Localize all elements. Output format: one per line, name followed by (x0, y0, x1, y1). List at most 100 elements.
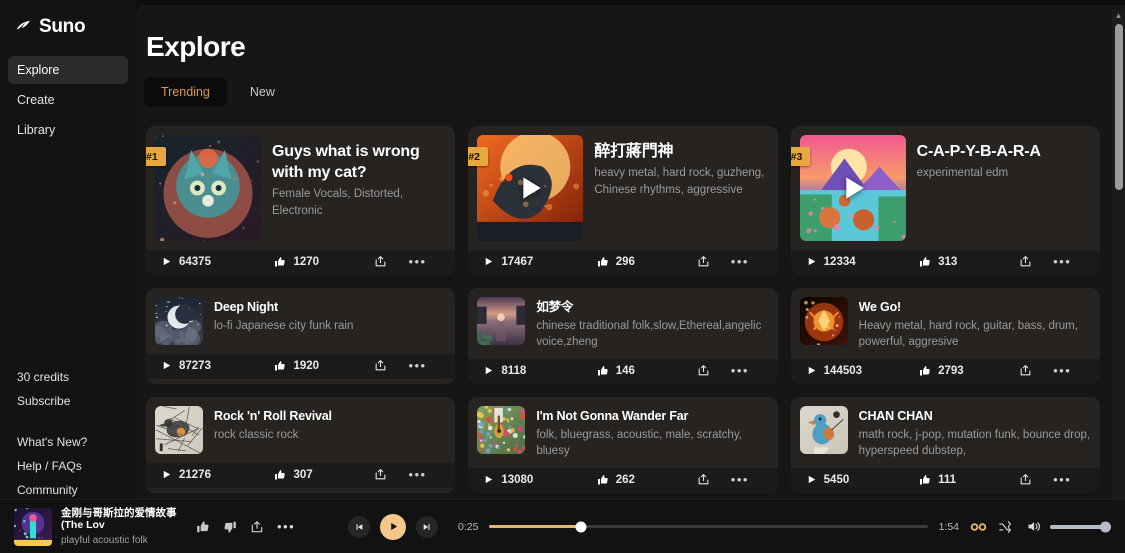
more-action[interactable]: ••• (1053, 476, 1091, 484)
song-card[interactable]: 如梦令 chinese traditional folk,slow,Ethere… (468, 288, 777, 384)
previous-button[interactable] (348, 516, 370, 538)
more-icon[interactable]: ••• (731, 258, 749, 266)
song-thumbnail[interactable] (800, 406, 848, 454)
more-icon[interactable]: ••• (731, 476, 749, 484)
share-icon[interactable] (675, 255, 730, 268)
song-thumbnail-wrap[interactable] (800, 297, 848, 350)
like-count[interactable]: 1920 (274, 360, 353, 372)
subscribe-link[interactable]: Subscribe (8, 389, 128, 413)
progress-knob[interactable] (576, 521, 587, 532)
share-action[interactable] (998, 473, 1053, 486)
more-action[interactable]: ••• (731, 258, 769, 266)
share-icon[interactable] (353, 359, 408, 372)
more-action[interactable]: ••• (731, 476, 769, 484)
brand[interactable]: Suno (0, 14, 136, 38)
song-card[interactable]: Rock 'n' Roll Revival rock classic rock … (146, 397, 455, 493)
share-action[interactable] (998, 255, 1053, 268)
song-thumbnail[interactable] (155, 406, 203, 454)
infinity-icon[interactable] (970, 521, 987, 533)
sidebar-item-create[interactable]: Create (8, 86, 128, 114)
song-thumbnail-wrap[interactable] (155, 406, 203, 454)
more-icon[interactable]: ••• (408, 362, 426, 370)
share-action[interactable] (675, 364, 730, 377)
more-icon[interactable]: ••• (408, 471, 426, 479)
like-count[interactable]: 313 (919, 256, 998, 268)
song-thumbnail[interactable] (800, 297, 848, 345)
share-icon[interactable] (998, 255, 1053, 268)
song-thumbnail-wrap[interactable] (155, 135, 261, 241)
share-icon[interactable] (998, 364, 1053, 377)
share-icon[interactable] (675, 364, 730, 377)
more-icon[interactable]: ••• (731, 367, 749, 375)
sidebar-item-library[interactable]: Library (8, 116, 128, 144)
vertical-scrollbar[interactable]: ▲ ▼ (1112, 10, 1125, 553)
share-action[interactable] (675, 255, 730, 268)
like-count[interactable]: 262 (597, 474, 676, 486)
share-action[interactable] (353, 468, 408, 481)
more-icon[interactable]: ••• (1053, 367, 1071, 375)
like-count[interactable]: 146 (597, 365, 676, 377)
share-action[interactable] (998, 364, 1053, 377)
shuffle-repeat-icon[interactable] (998, 520, 1012, 534)
volume-icon[interactable] (1026, 519, 1041, 534)
song-thumbnail-wrap[interactable] (477, 135, 583, 241)
song-card[interactable]: #1 Guys what is wrong with my cat? Femal… (146, 126, 455, 275)
share-action[interactable] (675, 473, 730, 486)
more-icon[interactable]: ••• (1053, 258, 1071, 266)
now-playing-artwork[interactable] (14, 508, 52, 546)
progress-bar[interactable] (489, 525, 927, 528)
scrollbar-track[interactable] (1112, 22, 1125, 546)
song-thumbnail[interactable] (477, 297, 525, 345)
scrollbar-thumb[interactable] (1115, 24, 1123, 190)
song-card[interactable]: #3 C-A-P-Y-B-A-R-A experimental edm 1233… (791, 126, 1100, 275)
share-icon[interactable] (675, 473, 730, 486)
tab-trending[interactable]: Trending (144, 77, 227, 107)
volume-slider[interactable] (1050, 525, 1109, 529)
more-icon[interactable]: ••• (1053, 476, 1071, 484)
more-action[interactable]: ••• (408, 362, 446, 370)
sidebar-item-explore[interactable]: Explore (8, 56, 128, 84)
song-thumbnail[interactable] (155, 135, 261, 241)
like-count[interactable]: 1270 (274, 256, 353, 268)
more-action[interactable]: ••• (731, 367, 769, 375)
share-icon[interactable] (998, 473, 1053, 486)
share-action[interactable] (353, 359, 408, 372)
song-card[interactable]: Deep Night lo-fi Japanese city funk rain… (146, 288, 455, 384)
scroll-up-arrow-icon[interactable]: ▲ (1115, 10, 1123, 22)
share-icon[interactable] (250, 520, 264, 534)
more-action[interactable]: ••• (1053, 258, 1091, 266)
song-thumbnail-wrap[interactable] (155, 297, 203, 345)
more-action[interactable]: ••• (408, 471, 446, 479)
song-card[interactable]: I'm Not Gonna Wander Far folk, bluegrass… (468, 397, 777, 493)
like-count[interactable]: 111 (919, 474, 998, 486)
next-button[interactable] (416, 516, 438, 538)
song-card[interactable]: We Go! Heavy metal, hard rock, guitar, b… (791, 288, 1100, 384)
more-icon[interactable]: ••• (408, 258, 426, 266)
more-action[interactable]: ••• (408, 258, 446, 266)
play-button[interactable] (380, 514, 406, 540)
like-count[interactable]: 296 (597, 256, 676, 268)
share-icon[interactable] (353, 255, 408, 268)
whats-new-link[interactable]: What's New? (8, 430, 128, 454)
thumbs-up-icon[interactable] (196, 520, 210, 534)
song-thumbnail[interactable] (477, 135, 583, 241)
volume-knob[interactable] (1100, 521, 1111, 532)
share-icon[interactable] (353, 468, 408, 481)
more-icon[interactable]: ••• (277, 523, 295, 531)
more-action[interactable]: ••• (1053, 367, 1091, 375)
song-thumbnail[interactable] (477, 406, 525, 454)
share-action[interactable] (353, 255, 408, 268)
song-thumbnail[interactable] (155, 297, 203, 345)
tab-new[interactable]: New (233, 77, 292, 107)
thumbs-down-icon[interactable] (223, 520, 237, 534)
like-count[interactable]: 2793 (919, 365, 998, 377)
song-card[interactable]: #2 醉打蔣門神 heavy metal, hard rock, guzheng… (468, 126, 777, 275)
song-thumbnail[interactable] (800, 135, 906, 241)
help-faqs-link[interactable]: Help / FAQs (8, 454, 128, 478)
song-card[interactable]: CHAN CHAN math rock, j-pop, mutation fun… (791, 397, 1100, 493)
song-thumbnail-wrap[interactable] (477, 406, 525, 459)
song-thumbnail-wrap[interactable] (800, 406, 848, 459)
song-thumbnail-wrap[interactable] (477, 297, 525, 350)
song-thumbnail-wrap[interactable] (800, 135, 906, 241)
like-count[interactable]: 307 (274, 469, 353, 481)
